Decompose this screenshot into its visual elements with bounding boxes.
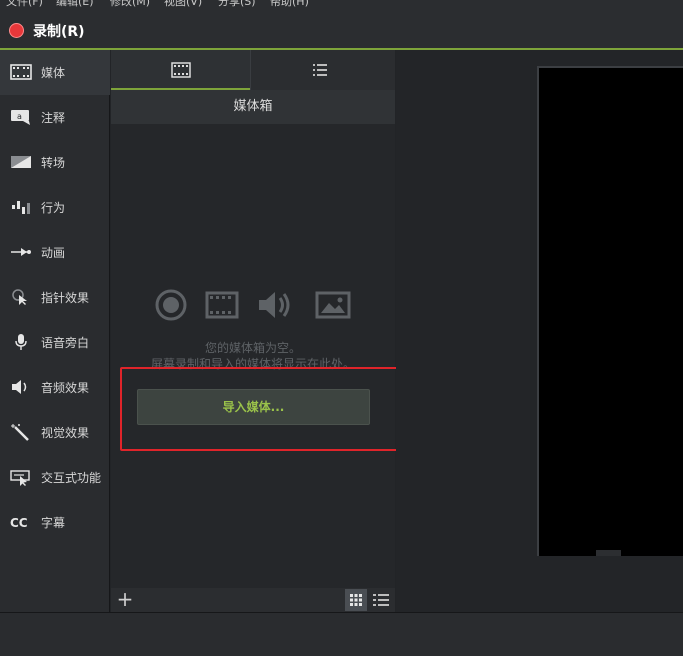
sidebar-item-label: 语音旁白	[41, 336, 90, 350]
bin-tabs	[111, 50, 395, 90]
panel-title: 媒体箱	[111, 90, 395, 124]
sidebar-item-audio-effects[interactable]: 音频效果	[0, 365, 110, 410]
animation-arrow-icon	[11, 248, 31, 256]
list-view-icon	[373, 594, 389, 606]
sidebar-item-label: 字幕	[41, 516, 66, 530]
record-dot-icon[interactable]	[9, 23, 24, 38]
behavior-icon	[12, 201, 30, 214]
list-view-button[interactable]	[370, 589, 392, 611]
app-window: 文件(F) 编辑(E) 修改(M) 视图(V) 分享(S) 帮助(H) 录制(R…	[0, 0, 683, 656]
sidebar-item-transitions[interactable]: 转场	[0, 140, 110, 185]
menu-view[interactable]: 视图(V)	[164, 0, 202, 8]
magic-wand-icon	[11, 424, 29, 441]
sidebar-item-animations[interactable]: 动画	[0, 230, 110, 275]
canvas-handle[interactable]	[596, 550, 621, 556]
cursor-effect-icon	[12, 289, 27, 305]
media-bin-empty-area: 您的媒体箱为空。 屏幕录制和导入的媒体将显示在此处。 导入媒体...	[111, 124, 412, 588]
media-bin-panel: 媒体箱 您的媒体箱为空。 屏幕录制和导入的媒体将显示在此处。 导入媒体... +	[111, 50, 412, 612]
speaker-icon	[12, 380, 27, 394]
menu-modify[interactable]: 修改(M)	[110, 0, 150, 8]
canvas-preview-area	[396, 50, 683, 612]
callout-icon: a	[11, 110, 30, 125]
record-circle-icon	[155, 289, 187, 321]
video-canvas[interactable]	[537, 66, 683, 556]
sidebar-item-label: 交互式功能	[41, 471, 102, 485]
empty-message-line1: 您的媒体箱为空。	[204, 341, 301, 355]
add-media-button[interactable]: +	[115, 589, 135, 610]
sidebar-item-label: 注释	[41, 111, 66, 125]
sidebar-item-voice-narration[interactable]: 语音旁白	[0, 320, 110, 365]
tab-library[interactable]	[251, 50, 391, 90]
sidebar-item-captions[interactable]: CC 字幕	[0, 500, 110, 545]
cc-icon: CC	[10, 516, 28, 530]
menu-bar: 文件(F) 编辑(E) 修改(M) 视图(V) 分享(S) 帮助(H)	[0, 0, 683, 8]
film-icon	[10, 64, 32, 80]
sidebar-item-behaviors[interactable]: 行为	[0, 185, 110, 230]
sidebar-item-annotations[interactable]: a 注释	[0, 95, 110, 140]
film-strip-icon	[171, 62, 191, 78]
record-button[interactable]: 录制(R)	[33, 21, 85, 41]
video-clip-icon	[205, 291, 239, 319]
bottom-toolbar	[0, 612, 683, 656]
audio-speaker-icon	[259, 292, 290, 318]
interactive-icon	[10, 470, 30, 486]
import-media-button[interactable]: 导入媒体...	[137, 389, 370, 425]
empty-message-line2: 屏幕录制和导入的媒体将显示在此处。	[150, 357, 355, 371]
sidebar-item-label: 视觉效果	[41, 426, 90, 440]
grid-view-button[interactable]	[345, 589, 367, 611]
media-type-icons	[155, 289, 355, 323]
sidebar-item-media[interactable]: 媒体	[0, 50, 110, 95]
sidebar-item-label: 动画	[41, 246, 66, 260]
tool-sidebar: 媒体 a 注释 转场 行为 动画 指针效果 语音旁白 音频效果 视觉效果 交互式…	[0, 50, 110, 612]
list-icon	[313, 64, 327, 76]
menu-help[interactable]: 帮助(H)	[270, 0, 309, 8]
record-bar: 录制(R)	[0, 8, 683, 50]
transition-icon	[11, 156, 31, 168]
tab-media-bin[interactable]	[111, 50, 251, 90]
sidebar-item-label: 媒体	[41, 66, 66, 80]
sidebar-item-label: 音频效果	[41, 381, 90, 395]
menu-edit[interactable]: 编辑(E)	[56, 0, 94, 8]
microphone-icon	[15, 334, 27, 350]
grid-icon	[350, 594, 362, 606]
image-icon	[315, 291, 351, 319]
sidebar-item-visual-effects[interactable]: 视觉效果	[0, 410, 110, 455]
bin-footer: +	[111, 588, 395, 612]
svg-text:CC: CC	[10, 516, 28, 530]
sidebar-item-label: 指针效果	[41, 291, 90, 305]
sidebar-item-cursor-effects[interactable]: 指针效果	[0, 275, 110, 320]
sidebar-item-label: 行为	[41, 201, 66, 215]
menu-share[interactable]: 分享(S)	[218, 0, 256, 8]
sidebar-item-label: 转场	[41, 156, 66, 170]
sidebar-item-interactivity[interactable]: 交互式功能	[0, 455, 110, 500]
menu-file[interactable]: 文件(F)	[6, 0, 43, 8]
svg-text:a: a	[17, 112, 22, 121]
